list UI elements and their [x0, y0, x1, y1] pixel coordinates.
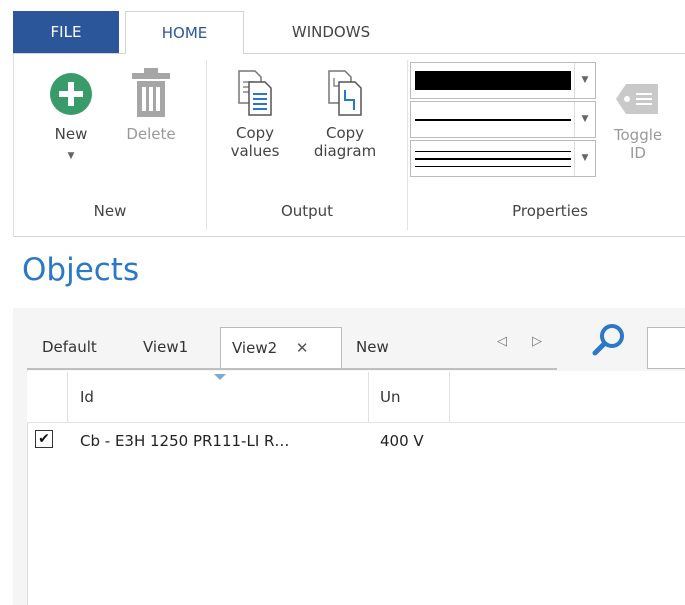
cell-id: Cb - E3H 1250 PR111-LI R…: [80, 432, 290, 450]
row-checkbox[interactable]: ✔: [35, 430, 53, 448]
new-button-label: New: [54, 125, 88, 143]
column-divider[interactable]: [449, 372, 450, 422]
copy-doc-icon: [238, 70, 272, 116]
chevron-down-icon: ▼: [67, 151, 75, 161]
toggle-id-label-2: ID: [630, 144, 646, 162]
tab-windows[interactable]: WINDOWS: [256, 11, 406, 53]
scroll-left-icon[interactable]: ◁: [497, 334, 507, 349]
chevron-down-icon: ▼: [574, 141, 595, 176]
tab-new[interactable]: New: [356, 327, 389, 368]
toggle-id-button[interactable]: Toggle ID: [602, 82, 674, 162]
plus-circle-icon: [50, 73, 92, 115]
close-icon[interactable]: ✕: [296, 339, 309, 357]
line-style-swatch: [415, 151, 571, 152]
line-style-swatch: [415, 158, 571, 160]
group-label-properties: Properties: [512, 202, 588, 220]
cell-un: 400 V: [380, 432, 424, 450]
copy-diagram-label-1: Copy: [325, 124, 365, 142]
line-style-picker[interactable]: ▼: [410, 140, 596, 177]
line-color-swatch: [415, 71, 571, 90]
page-title: Objects: [22, 252, 140, 288]
copy-diagram-label-2: diagram: [313, 142, 377, 160]
search-input[interactable]: [647, 327, 685, 369]
copy-values-label-2: values: [230, 142, 280, 160]
tab-home[interactable]: HOME: [125, 11, 244, 54]
copy-diagram-button[interactable]: Copy diagram: [306, 70, 384, 160]
chevron-down-icon: ▼: [574, 102, 595, 137]
group-label-new: New: [93, 202, 127, 220]
tab-view2-label: View2: [232, 339, 278, 357]
line-width-picker[interactable]: ▼: [410, 101, 596, 138]
search-icon[interactable]: [592, 322, 628, 358]
new-button[interactable]: New ▼: [41, 72, 101, 165]
sort-indicator-icon[interactable]: [214, 374, 226, 381]
tabs-underline: [27, 368, 557, 370]
column-header-un[interactable]: Un: [380, 372, 401, 422]
line-width-swatch: [415, 119, 571, 121]
copy-values-button[interactable]: Copy values: [224, 70, 286, 160]
tag-icon: [616, 84, 658, 114]
table-header: Id Un: [27, 372, 685, 423]
ribbon-tabbar: FILE HOME WINDOWS: [0, 0, 685, 54]
column-divider[interactable]: [67, 372, 68, 422]
copy-values-label-1: Copy: [235, 124, 275, 142]
table-row[interactable]: ✔ Cb - E3H 1250 PR111-LI R… 400 V: [27, 422, 685, 460]
line-style-swatch: [415, 166, 571, 167]
tab-default[interactable]: Default: [42, 327, 97, 368]
delete-button[interactable]: Delete: [116, 68, 186, 143]
ribbon: New ▼ Delete New Copy values Copy diagra…: [13, 54, 685, 237]
chevron-down-icon: ▼: [574, 63, 595, 98]
toggle-id-label-1: Toggle: [613, 126, 663, 144]
trash-icon: [132, 68, 170, 117]
group-label-output: Output: [280, 202, 334, 220]
tab-file[interactable]: FILE: [13, 11, 119, 53]
column-divider[interactable]: [368, 372, 369, 422]
column-header-id[interactable]: Id: [80, 372, 94, 422]
tab-view2[interactable]: View2 ✕: [220, 327, 342, 369]
line-color-picker[interactable]: ▼: [410, 62, 596, 99]
copy-diagram-icon: [328, 70, 362, 116]
delete-button-label: Delete: [126, 125, 176, 143]
tab-view1[interactable]: View1: [143, 327, 188, 368]
scroll-right-icon[interactable]: ▷: [532, 334, 542, 349]
